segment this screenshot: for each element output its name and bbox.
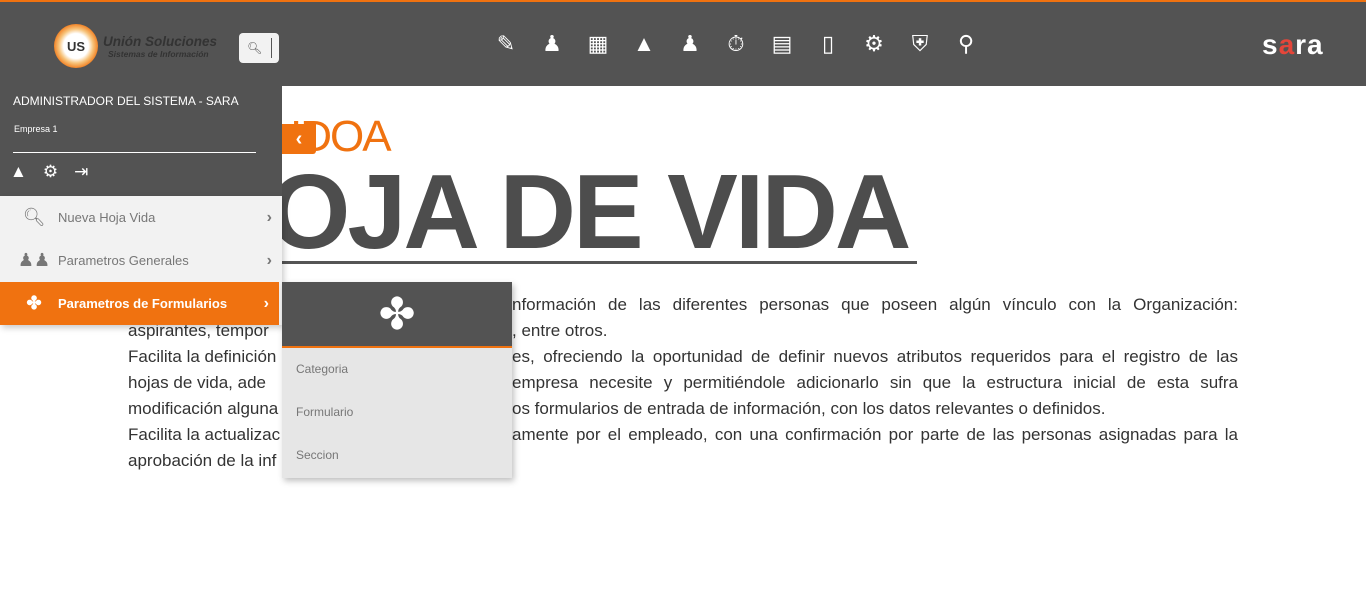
person-icon: ✤ [26,293,42,313]
menu-item-nueva-hoja-vida[interactable]: 🔍︎ Nueva Hoja Vida › [0,196,282,239]
paragraph-line-left: aprobación de la inf [128,451,277,470]
paragraph-line-right: es, ofreciendo la oportunidad de definir… [512,347,1238,366]
org-chart-icon[interactable]: ▲ [10,162,27,182]
chevron-right-icon: › [266,208,272,226]
search-button[interactable]: 🔍︎ [239,33,279,63]
search-caret [271,38,273,58]
stopwatch-icon[interactable]: ⏱ [722,30,750,58]
gear-icon[interactable]: ⚙ [43,162,58,182]
sidebar-menu: 🔍︎ Nueva Hoja Vida › ♟♟ Parametros Generale… [0,196,282,325]
module-nav: ✎ ♟ ▦ ▲ ♟ ⏱ ▤ ▯ ⚙ ⛨ ⚲ [492,30,980,58]
employee-icon[interactable]: ♟ [538,30,566,58]
user-name: ADMINISTRADOR DEL SISTEMA - SARA [13,94,239,108]
gears-icon[interactable]: ⚙ [860,30,888,58]
union-soluciones-logo[interactable]: US Unión Soluciones Sistemas de Informaci… [54,24,217,68]
form-edit-icon[interactable]: ✎ [492,30,520,58]
submenu-item-categoria[interactable]: Categoria [282,348,512,391]
submenu-item-seccion[interactable]: Seccion [282,434,512,477]
logo-subtitle: Sistemas de Información [108,48,209,59]
user-profile-panel: ADMINISTRADOR DEL SISTEMA - SARA Empresa… [0,86,282,196]
menu-item-label: Parametros Generales [58,253,189,268]
sara-brand-logo: sara [1262,29,1324,60]
hierarchy-icon[interactable]: ▲ [630,30,658,58]
paragraph-line-right: empresa necesite y permitiéndole adicion… [512,373,1238,392]
top-bar: US Unión Soluciones Sistemas de Informaci… [0,0,1366,86]
company-name: Empresa 1 [14,124,58,134]
title-underline [282,261,917,264]
logo-badge: US [54,24,98,68]
menu-item-label: Nueva Hoja Vida [58,210,156,225]
search-icon: 🔍︎ [22,207,46,227]
user-search-icon[interactable]: ⚲ [952,30,980,58]
paragraph-line-right: amente por el empleado, con una confirma… [512,425,1238,444]
paragraph-line-left: hojas de vida, ade [128,373,266,392]
submenu-parametros-formularios: ✤ Categoria Formulario Seccion [282,282,512,478]
gift-icon[interactable]: ▦ [584,30,612,58]
users-icon: ♟♟ [17,250,51,270]
paragraph-line-left: Facilita la actualizac [128,425,281,444]
logout-icon[interactable]: ⇥ [74,162,88,182]
briefcase-shield-icon[interactable]: ⛨ [906,30,934,58]
resume-icon[interactable]: ▤ [768,30,796,58]
paragraph-line-right: os formularios de entrada de información… [512,399,1106,418]
submenu-item-formulario[interactable]: Formulario [282,391,512,434]
page-title: OJA DE VIDA [268,153,911,271]
presentation-person-icon[interactable]: ♟ [676,30,704,58]
logo-title: Unión Soluciones [103,33,218,49]
menu-item-parametros-generales[interactable]: ♟♟ Parametros Generales › [0,239,282,282]
paragraph-line-left: modificación alguna [128,399,279,418]
chevron-right-icon: › [263,294,269,312]
paragraph-line-left: Facilita la definición [128,347,277,366]
chevron-right-icon: › [266,251,272,269]
search-icon: 🔍︎ [247,41,263,55]
menu-item-label: Parametros de Formularios [58,296,228,311]
collapse-sidebar-button[interactable]: ‹ [282,124,316,154]
training-board-icon[interactable]: ▯ [814,30,842,58]
divider [13,152,256,153]
person-icon: ✤ [282,282,512,348]
paragraph-line-right: nformación de las diferentes personas qu… [512,295,1238,314]
menu-item-parametros-formularios[interactable]: ✤ Parametros de Formularios › [0,282,279,325]
paragraph-line-right: , entre otros. [512,321,608,340]
